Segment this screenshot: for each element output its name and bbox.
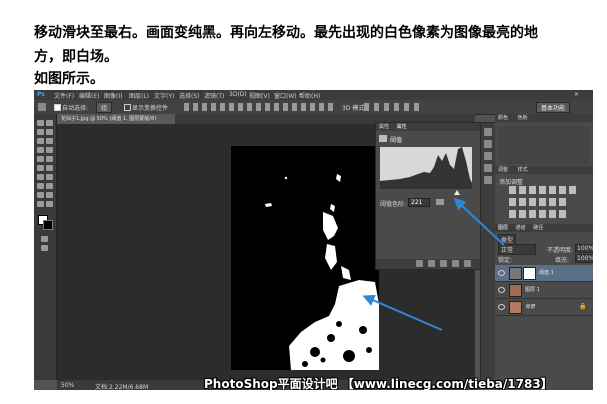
annotation-arrows <box>362 197 505 331</box>
article-line-1: 移动滑块至最右。画面变纯黑。再向左移动。最先出现的白色像素为图像最亮的地 <box>34 25 538 41</box>
arrow-to-image <box>362 294 443 331</box>
photoshop-window: Ps 文件(F) 编辑(E) 图像(I) 图层(L) 文字(Y) 选择(S) 滤… <box>34 90 593 390</box>
article-line-3: 如图所示。 <box>34 71 104 87</box>
watermark-text: PhotoShop平面设计吧 【www.linecg.com/tieba/178… <box>204 377 553 390</box>
article-line-2: 方，即白场。 <box>34 49 118 65</box>
arrow-to-slider <box>453 197 505 246</box>
